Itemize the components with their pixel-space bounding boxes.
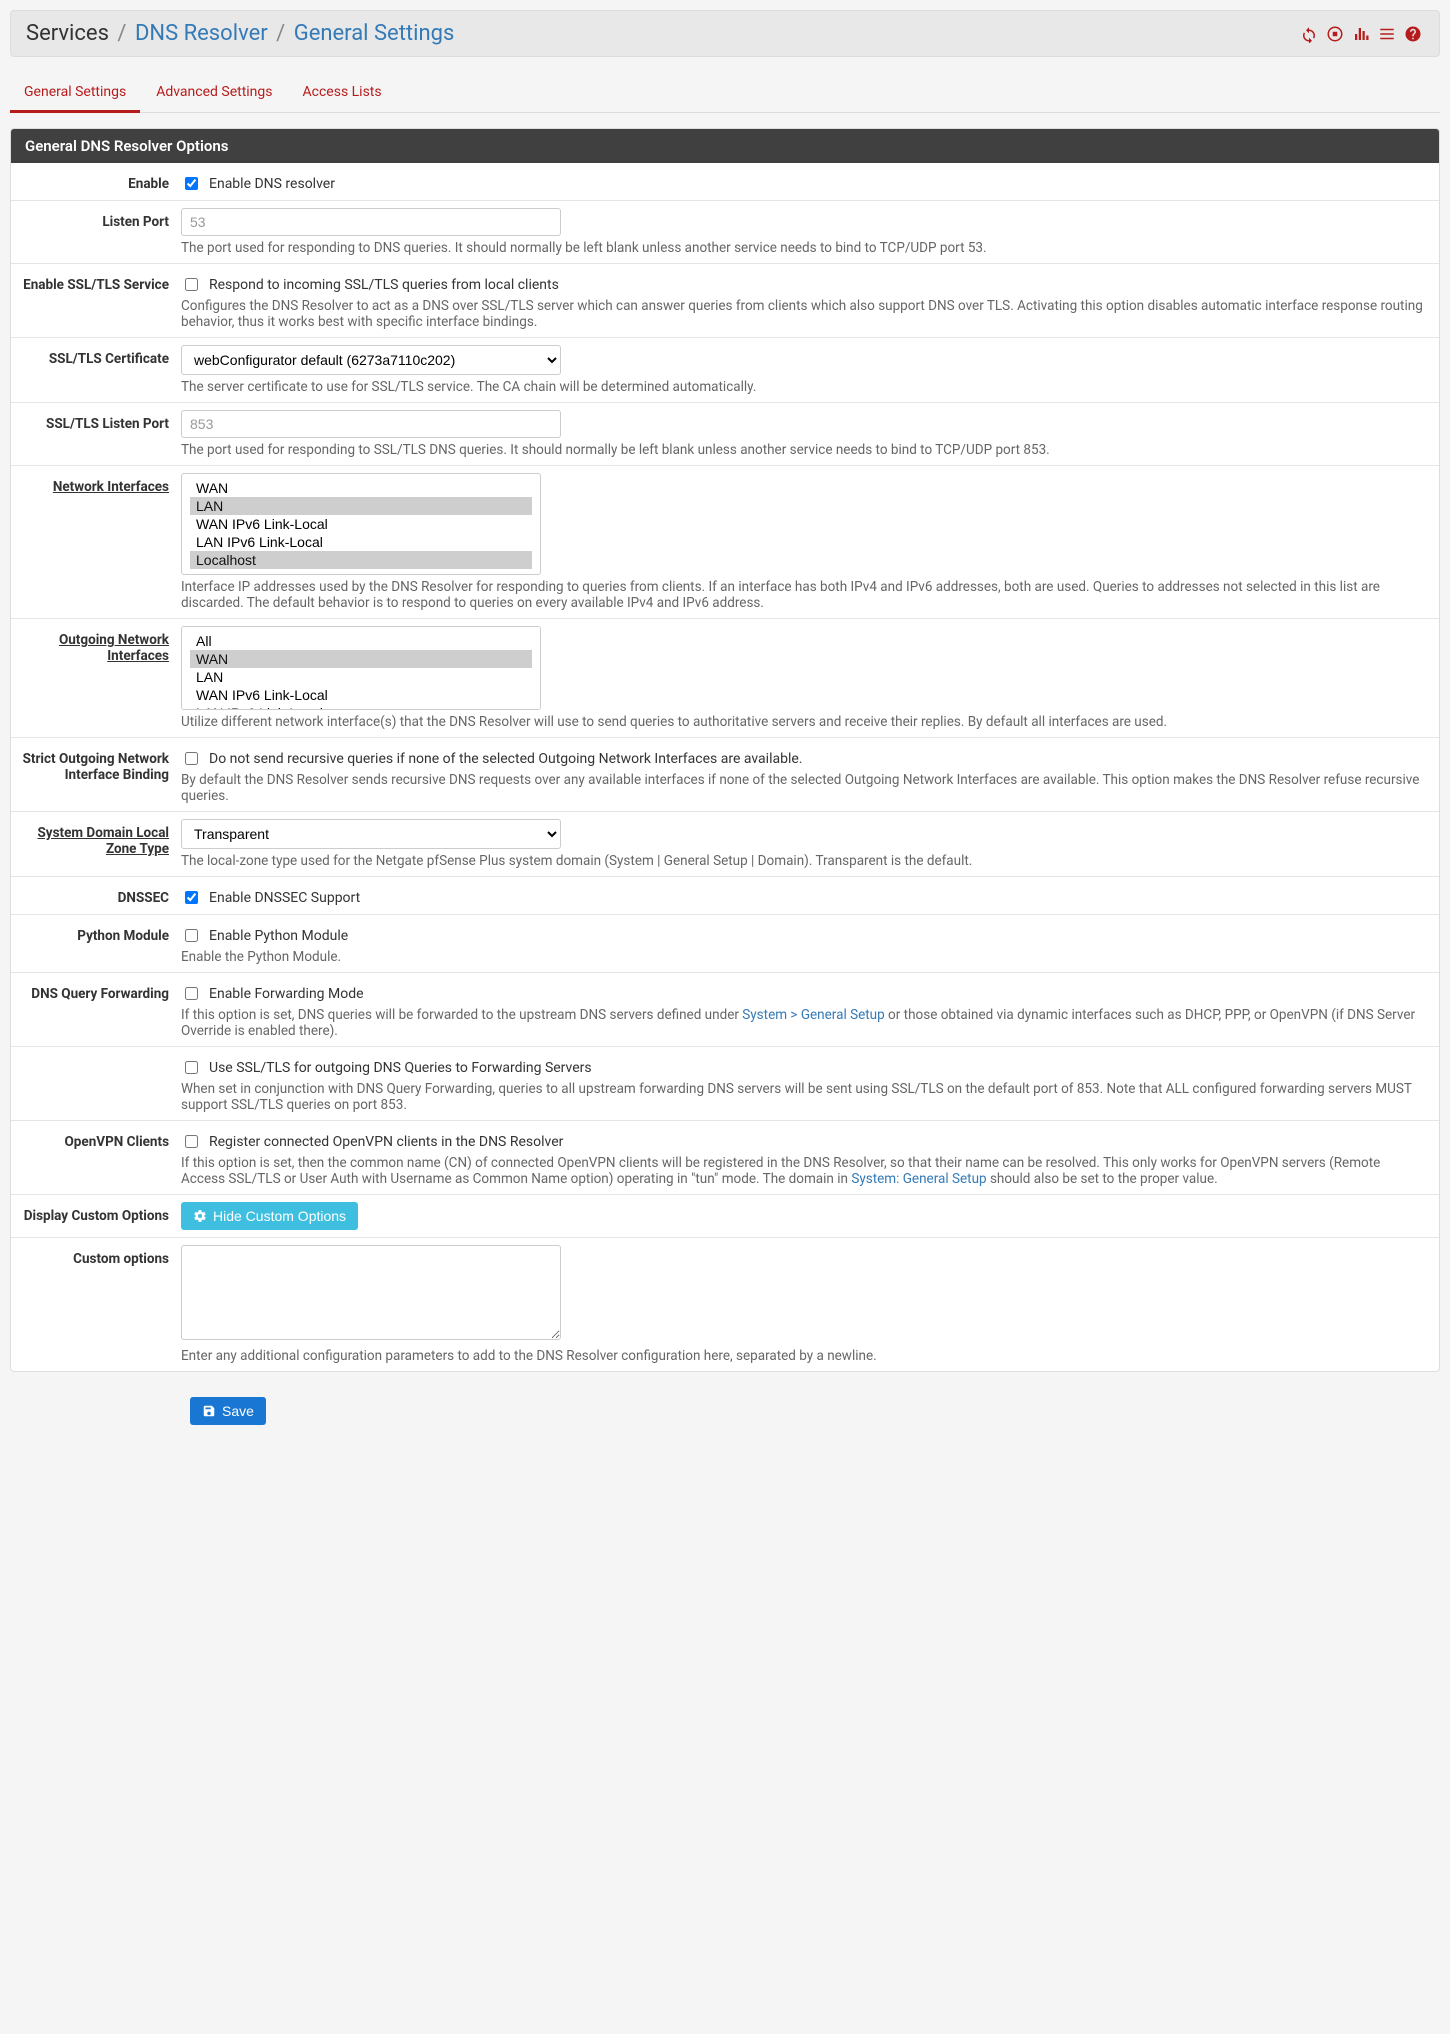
tabs: General Settings Advanced Settings Acces… [10,72,1440,113]
help-icon[interactable] [1404,25,1424,43]
sslservice-label: Enable SSL/TLS Service [11,271,181,293]
sslport-input[interactable] [181,410,561,438]
dnssec-label: DNSSEC [11,884,181,906]
ovpn-help-link[interactable]: System: General Setup [851,1171,986,1187]
custom-options-label: Custom options [11,1245,181,1267]
sslcert-select[interactable]: webConfigurator default (6273a7110c202) [181,345,561,375]
forwarding-checkbox[interactable] [185,987,198,1000]
ovpn-label: OpenVPN Clients [11,1128,181,1150]
footer: Save [10,1387,1440,1425]
gear-icon [193,1209,207,1223]
dnssec-checkbox-text: Enable DNSSEC Support [209,890,360,906]
strict-checkbox[interactable] [185,752,198,765]
strict-checkbox-text: Do not send recursive queries if none of… [209,751,802,767]
strict-label: Strict Outgoing Network Interface Bindin… [11,745,181,783]
ovpn-checkbox[interactable] [185,1135,198,1148]
forwarding-help-link[interactable]: System > General Setup [742,1007,884,1023]
general-options-panel: General DNS Resolver Options Enable Enab… [10,128,1440,1372]
display-custom-label: Display Custom Options [11,1202,181,1224]
enable-checkbox-text: Enable DNS resolver [209,176,335,192]
tab-access-lists[interactable]: Access Lists [303,72,382,112]
breadcrumb-root: Services [26,21,109,46]
ovpn-help: If this option is set, then the common n… [181,1155,1427,1187]
localzone-label: System Domain Local Zone Type [11,819,181,857]
listen-port-input[interactable] [181,208,561,236]
net-if-label: Network Interfaces [11,473,181,495]
restart-service-icon[interactable] [1300,25,1320,43]
page-header: Services / DNS Resolver / General Settin… [10,10,1440,57]
forwarding-ssl-help: When set in conjunction with DNS Query F… [181,1081,1427,1113]
forwarding-label: DNS Query Forwarding [11,980,181,1002]
sslcert-label: SSL/TLS Certificate [11,345,181,367]
panel-title: General DNS Resolver Options [11,129,1439,163]
localzone-help: The local-zone type used for the Netgate… [181,853,1427,869]
out-if-label: Outgoing Network Interfaces [11,626,181,664]
save-button[interactable]: Save [190,1397,266,1425]
net-if-help: Interface IP addresses used by the DNS R… [181,579,1427,611]
net-if-select[interactable]: WANLANWAN IPv6 Link-LocalLAN IPv6 Link-L… [181,473,541,575]
sslservice-checkbox-text: Respond to incoming SSL/TLS queries from… [209,277,559,293]
breadcrumb-current[interactable]: General Settings [294,21,455,46]
sslservice-help: Configures the DNS Resolver to act as a … [181,298,1427,330]
python-help: Enable the Python Module. [181,949,1427,965]
stop-service-icon[interactable] [1326,25,1346,43]
header-actions [1300,25,1424,43]
sslport-help: The port used for responding to SSL/TLS … [181,442,1427,458]
forwarding-help: If this option is set, DNS queries will … [181,1007,1427,1039]
forwarding-ssl-checkbox-text: Use SSL/TLS for outgoing DNS Queries to … [209,1060,592,1076]
python-checkbox[interactable] [185,929,198,942]
status-log-icon[interactable] [1352,25,1372,43]
forwarding-ssl-checkbox[interactable] [185,1061,198,1074]
sslcert-help: The server certificate to use for SSL/TL… [181,379,1427,395]
save-icon [202,1404,216,1418]
related-settings-icon[interactable] [1378,25,1398,43]
python-label: Python Module [11,922,181,944]
enable-label: Enable [11,170,181,192]
sslport-label: SSL/TLS Listen Port [11,410,181,432]
enable-checkbox[interactable] [185,177,198,190]
tab-general-settings[interactable]: General Settings [24,72,126,112]
hide-custom-options-button[interactable]: Hide Custom Options [181,1202,358,1230]
localzone-select[interactable]: Transparent [181,819,561,849]
out-if-help: Utilize different network interface(s) t… [181,714,1427,730]
dnssec-checkbox[interactable] [185,891,198,904]
ovpn-checkbox-text: Register connected OpenVPN clients in th… [209,1134,563,1150]
breadcrumb-section[interactable]: DNS Resolver [135,21,268,46]
custom-options-help: Enter any additional configuration param… [181,1348,1427,1364]
strict-help: By default the DNS Resolver sends recurs… [181,772,1427,804]
listen-port-label: Listen Port [11,208,181,230]
tab-advanced-settings[interactable]: Advanced Settings [156,72,272,112]
forwarding-checkbox-text: Enable Forwarding Mode [209,986,364,1002]
python-checkbox-text: Enable Python Module [209,928,348,944]
listen-port-help: The port used for responding to DNS quer… [181,240,1427,256]
custom-options-textarea[interactable] [181,1245,561,1340]
sslservice-checkbox[interactable] [185,278,198,291]
out-if-select[interactable]: AllWANLANWAN IPv6 Link-LocalLAN IPv6 Lin… [181,626,541,710]
breadcrumb: Services / DNS Resolver / General Settin… [26,21,454,46]
